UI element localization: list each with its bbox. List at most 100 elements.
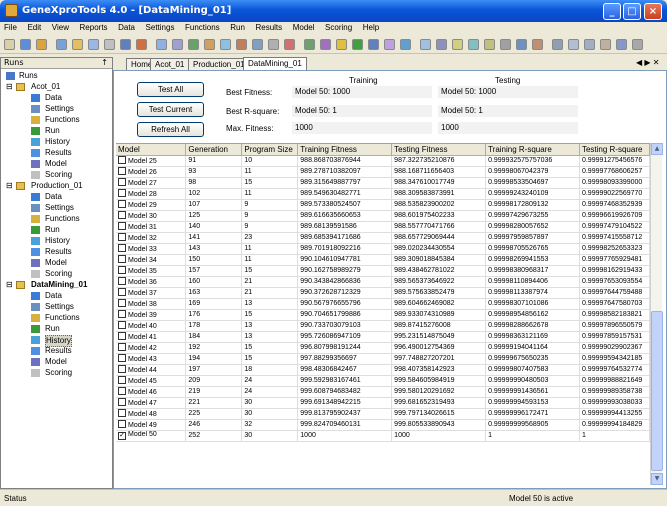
refresh-all-button[interactable]: Refresh All (137, 122, 204, 137)
run-group-3[interactable]: DataMining_01 (31, 280, 87, 290)
model-checkbox[interactable] (118, 409, 126, 417)
model-checkbox[interactable] (118, 222, 126, 230)
model-cell[interactable]: Model 49 (116, 419, 187, 431)
scroll-down-icon[interactable]: ▼ (651, 473, 663, 485)
column-header[interactable]: Generation (185, 144, 243, 156)
model-cell[interactable]: Model 31 (116, 221, 187, 233)
toolbar-icon[interactable] (468, 39, 479, 50)
run-group-2[interactable]: Production_01 (31, 181, 83, 191)
table-row[interactable]: Model 37 163 21 990.372628712329 989.5756338… (116, 287, 650, 299)
tree-item-functions[interactable]: Functions (45, 313, 80, 323)
tree-item-data[interactable]: Data (45, 291, 62, 301)
model-cell[interactable]: Model 26 (116, 166, 187, 178)
model-cell[interactable]: Model 47 (116, 397, 187, 409)
toolbar-icon[interactable] (120, 39, 131, 50)
toolbar-icon[interactable] (36, 39, 47, 50)
tree-item-data[interactable]: Data (45, 192, 62, 202)
expand-toggle-icon[interactable]: ⊟ (6, 181, 13, 191)
model-cell[interactable]: Model 44 (116, 364, 187, 376)
model-checkbox[interactable] (118, 299, 126, 307)
model-checkbox[interactable]: ✓ (118, 432, 126, 440)
toolbar-icon[interactable] (136, 39, 147, 50)
table-row[interactable]: Model 33 143 11 989.701918092216 989.0202344… (116, 243, 650, 255)
toolbar-icon[interactable] (220, 39, 231, 50)
model-cell[interactable]: Model 25 (116, 155, 187, 167)
model-checkbox[interactable] (118, 398, 126, 406)
toolbar-icon[interactable] (484, 39, 495, 50)
tab-production-01[interactable]: Production_01 (188, 58, 250, 70)
tree-item-model[interactable]: Model (45, 159, 67, 169)
tab-datamining-01[interactable]: DataMining_01 (243, 57, 307, 70)
tree-item-scoring[interactable]: Scoring (45, 170, 72, 180)
toolbar-icon[interactable] (56, 39, 67, 50)
model-cell[interactable]: Model 45 (116, 375, 187, 387)
toolbar-icon[interactable] (384, 39, 395, 50)
model-cell[interactable]: Model 35 (116, 265, 187, 277)
table-row[interactable]: Model 48 225 30 999.813795902437 999.7971340… (116, 408, 650, 420)
menu-results[interactable]: Results (251, 22, 286, 33)
table-row[interactable]: Model 43 194 15 997.88299356697 997.74882720… (116, 353, 650, 365)
toolbar-icon[interactable] (420, 39, 431, 50)
model-cell[interactable]: Model 48 (116, 408, 187, 420)
tree-item-settings[interactable]: Settings (45, 104, 74, 114)
expand-toggle-icon[interactable]: ⊟ (6, 280, 13, 290)
model-cell[interactable]: Model 29 (116, 199, 187, 211)
tree-item-model[interactable]: Model (45, 258, 67, 268)
model-cell[interactable]: Model 40 (116, 320, 187, 332)
scroll-up-icon[interactable]: ▲ (651, 143, 663, 155)
toolbar-icon[interactable] (500, 39, 511, 50)
tree-item-run[interactable]: Run (45, 126, 60, 136)
column-header[interactable]: Model (116, 144, 187, 156)
toolbar-icon[interactable] (284, 39, 295, 50)
menu-edit[interactable]: Edit (23, 22, 45, 33)
model-checkbox[interactable] (118, 332, 126, 340)
model-checkbox[interactable] (118, 200, 126, 208)
menu-scoring[interactable]: Scoring (321, 22, 356, 33)
model-cell[interactable]: Model 41 (116, 331, 187, 343)
table-row[interactable]: Model 35 157 15 990.162758989279 989.4384627… (116, 265, 650, 277)
model-checkbox[interactable] (118, 354, 126, 362)
table-row[interactable]: Model 34 150 11 990.104610947781 989.3090188… (116, 254, 650, 266)
toolbar-icon[interactable] (568, 39, 579, 50)
toolbar-icon[interactable] (20, 39, 31, 50)
tree-item-results[interactable]: Results (45, 346, 72, 356)
table-row[interactable]: Model 27 98 15 989.315649887797 988.34761001… (116, 177, 650, 189)
table-row[interactable]: Model 44 197 18 998.48306842467 998.40735814… (116, 364, 650, 376)
pin-icon[interactable]: ↑ (101, 58, 108, 67)
model-checkbox[interactable] (118, 277, 126, 285)
model-checkbox[interactable] (118, 167, 126, 175)
test-current-button[interactable]: Test Current (137, 102, 204, 117)
toolbar-icon[interactable] (72, 39, 83, 50)
model-cell[interactable]: Model 42 (116, 342, 187, 354)
tree-item-functions[interactable]: Functions (45, 214, 80, 224)
toolbar-icon[interactable] (352, 39, 363, 50)
toolbar-icon[interactable] (320, 39, 331, 50)
toolbar-icon[interactable] (236, 39, 247, 50)
model-cell[interactable]: Model 27 (116, 177, 187, 189)
menu-reports[interactable]: Reports (76, 22, 112, 33)
tree-item-history[interactable]: History (45, 137, 70, 147)
table-row[interactable]: Model 45 209 24 999.592983167461 999.5846059… (116, 375, 650, 387)
grid-scrollbar[interactable]: ▲ ▼ (650, 143, 663, 485)
toolbar-icon[interactable] (452, 39, 463, 50)
menu-model[interactable]: Model (289, 22, 319, 33)
column-header[interactable]: Testing Fitness (391, 144, 487, 156)
model-checkbox[interactable] (118, 189, 126, 197)
toolbar-icon[interactable] (600, 39, 611, 50)
tree-item-scoring[interactable]: Scoring (45, 368, 72, 378)
model-cell[interactable]: Model 39 (116, 309, 187, 321)
model-cell[interactable]: Model 46 (116, 386, 187, 398)
model-checkbox[interactable] (118, 376, 126, 384)
model-cell[interactable]: Model 43 (116, 353, 187, 365)
toolbar-icon[interactable] (532, 39, 543, 50)
toolbar-icon[interactable] (584, 39, 595, 50)
table-row[interactable]: ✓ Model 50 252 30 1000 1000 1 1 (116, 430, 650, 442)
column-header[interactable]: Testing R-square (579, 144, 650, 156)
minimize-button[interactable]: _ (603, 3, 621, 20)
model-checkbox[interactable] (118, 255, 126, 263)
table-row[interactable]: Model 28 102 11 989.549630482771 988.3095838… (116, 188, 650, 200)
menu-data[interactable]: Data (114, 22, 139, 33)
table-row[interactable]: Model 38 169 13 990.567976655796 989.6046624… (116, 298, 650, 310)
menu-settings[interactable]: Settings (142, 22, 179, 33)
table-row[interactable]: Model 30 125 9 989.616635660653 988.60197540… (116, 210, 650, 222)
